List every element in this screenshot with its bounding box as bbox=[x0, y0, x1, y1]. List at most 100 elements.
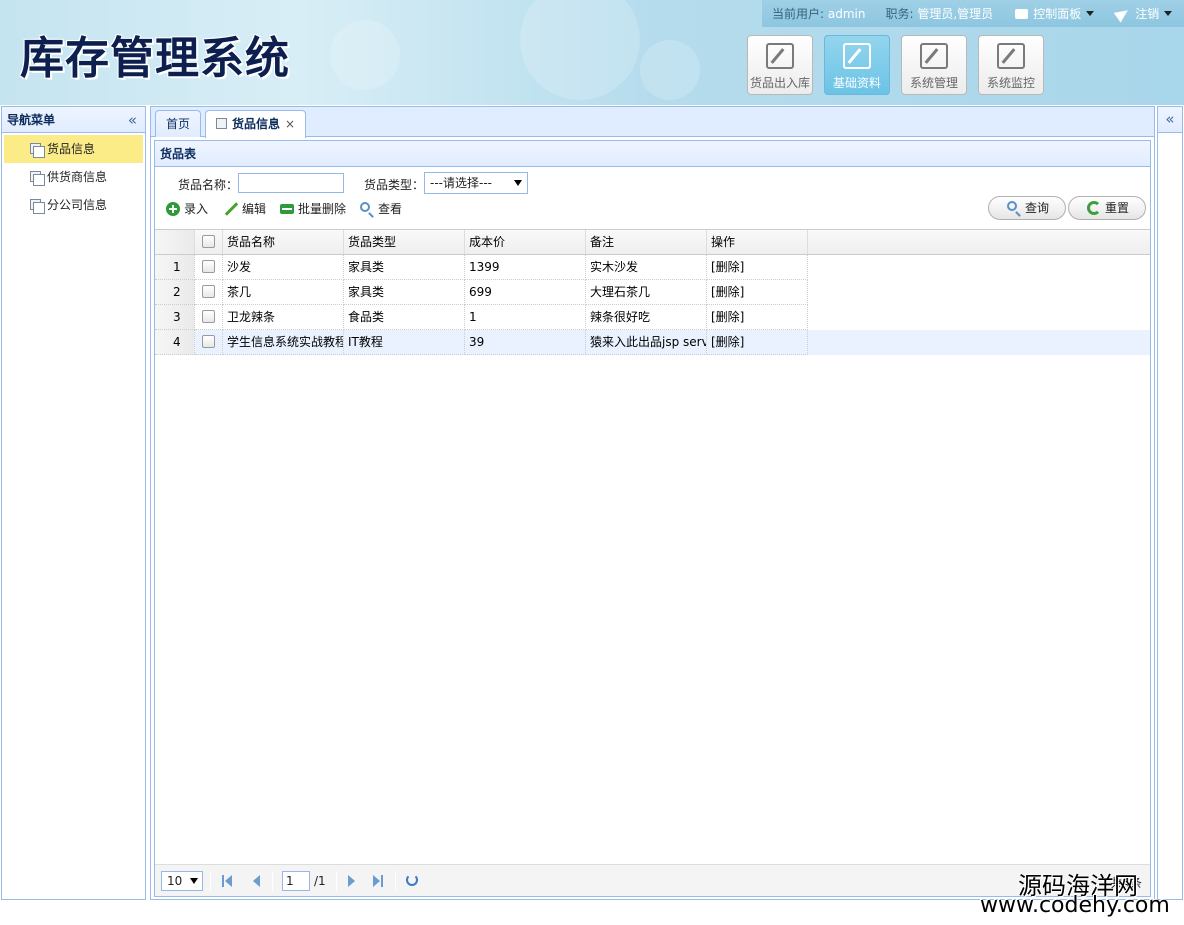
page-number-input[interactable]: 1 bbox=[282, 871, 310, 891]
delete-link[interactable]: [删除] bbox=[707, 305, 808, 330]
page-icon bbox=[30, 199, 45, 214]
row-checkbox[interactable] bbox=[195, 305, 223, 330]
current-role: 职务: 管理员,管理员 bbox=[885, 7, 994, 21]
last-page-icon bbox=[373, 875, 380, 887]
control-panel-menu[interactable]: 控制面板 bbox=[1015, 5, 1095, 22]
first-page-button[interactable] bbox=[222, 875, 234, 887]
refresh-icon[interactable] bbox=[406, 874, 418, 886]
first-page-icon bbox=[225, 875, 232, 887]
cell-type: 家具类 bbox=[344, 280, 465, 305]
goods-type-select[interactable]: ---请选择--- bbox=[424, 172, 528, 194]
current-user: 当前用户: admin bbox=[772, 6, 866, 22]
goods-name-label: 货品名称： bbox=[178, 178, 239, 192]
cell-price: 1399 bbox=[465, 255, 586, 280]
module-basic-data-button[interactable]: 基础资料 bbox=[824, 35, 890, 95]
column-header-name[interactable]: 货品名称 bbox=[223, 230, 344, 254]
cell-type: 食品类 bbox=[344, 305, 465, 330]
add-button[interactable]: 录入 bbox=[165, 199, 208, 219]
page-size-select[interactable]: 10 bbox=[161, 871, 203, 891]
prev-page-icon bbox=[253, 875, 260, 887]
dropdown-arrow-icon bbox=[514, 180, 522, 186]
close-icon[interactable]: × bbox=[285, 117, 295, 131]
edit-icon bbox=[766, 43, 794, 69]
row-number-header bbox=[155, 230, 195, 254]
row-checkbox[interactable] bbox=[195, 255, 223, 280]
sidebar-header: 导航菜单 « bbox=[2, 107, 145, 133]
row-number: 1 bbox=[155, 255, 195, 280]
cell-name: 茶几 bbox=[223, 280, 344, 305]
refresh-icon bbox=[1087, 201, 1101, 215]
logout-menu[interactable]: 注销 bbox=[1113, 4, 1173, 23]
column-header-remark[interactable]: 备注 bbox=[586, 230, 707, 254]
watermark-url: www.codehy.com bbox=[980, 893, 1170, 918]
search-row: 货品名称： 货品类型： ---请选择--- bbox=[155, 172, 1150, 195]
table-row[interactable]: 4 学生信息系统实战教程 IT教程 39 猿来入此出品jsp servlet [… bbox=[155, 330, 1150, 355]
next-page-button[interactable] bbox=[346, 875, 358, 887]
goods-name-input[interactable] bbox=[238, 173, 344, 193]
sliders-icon bbox=[920, 43, 948, 69]
cell-remark: 猿来入此出品jsp servlet bbox=[586, 330, 707, 355]
main-area: 首页 货品信息 × 货品表 货品名称： 货品类型： ---请选择--- 录入 编辑 bbox=[150, 106, 1155, 900]
chevron-down-icon bbox=[1164, 11, 1173, 16]
app-title: 库存管理系统 bbox=[20, 33, 290, 84]
cell-type: IT教程 bbox=[344, 330, 465, 355]
module-system-manage-button[interactable]: 系统管理 bbox=[901, 35, 967, 95]
send-icon bbox=[1113, 4, 1132, 23]
cell-remark: 大理石茶几 bbox=[586, 280, 707, 305]
delete-link[interactable]: [删除] bbox=[707, 330, 808, 355]
view-button[interactable]: 查看 bbox=[359, 199, 402, 219]
tab-goods-info[interactable]: 货品信息 × bbox=[205, 110, 307, 138]
table-row[interactable]: 1 沙发 家具类 1399 实木沙发 [删除] bbox=[155, 255, 1150, 280]
row-checkbox[interactable] bbox=[195, 330, 223, 355]
page-icon bbox=[30, 171, 45, 186]
edit-icon bbox=[843, 43, 871, 69]
row-checkbox[interactable] bbox=[195, 280, 223, 305]
cell-name: 沙发 bbox=[223, 255, 344, 280]
sidebar-item-supplier[interactable]: 供货商信息 bbox=[2, 163, 145, 191]
cell-price: 39 bbox=[465, 330, 586, 355]
cell-name: 卫龙辣条 bbox=[223, 305, 344, 330]
module-stock-io-button[interactable]: 货品出入库 bbox=[747, 35, 813, 95]
collapse-left-icon[interactable]: « bbox=[128, 107, 137, 133]
prev-page-button[interactable] bbox=[251, 875, 263, 887]
goods-grid: 货品名称 货品类型 成本价 备注 操作 1 沙发 家具类 1399 实木沙发 [… bbox=[155, 229, 1150, 355]
last-page-button[interactable] bbox=[373, 875, 385, 887]
cell-remark: 辣条很好吃 bbox=[586, 305, 707, 330]
select-all-checkbox[interactable] bbox=[195, 230, 223, 254]
cell-price: 1 bbox=[465, 305, 586, 330]
search-icon bbox=[360, 202, 370, 212]
table-row[interactable]: 3 卫龙辣条 食品类 1 辣条很好吃 [删除] bbox=[155, 305, 1150, 330]
total-pages: /1 bbox=[314, 874, 326, 888]
pencil-icon bbox=[224, 202, 238, 216]
sidebar-item-branch[interactable]: 分公司信息 bbox=[2, 191, 145, 219]
goods-type-label: 货品类型： bbox=[364, 178, 425, 192]
tab-home[interactable]: 首页 bbox=[155, 110, 202, 137]
reset-button[interactable]: 重置 bbox=[1068, 196, 1146, 220]
panel-title: 货品表 bbox=[155, 141, 1150, 167]
app-header: 库存管理系统 当前用户: admin 职务: 管理员,管理员 控制面板 注销 货… bbox=[0, 0, 1184, 105]
row-number: 3 bbox=[155, 305, 195, 330]
nav-sidebar: 导航菜单 « 货品信息 供货商信息 分公司信息 bbox=[1, 106, 146, 900]
table-row[interactable]: 2 茶几 家具类 699 大理石茶几 [删除] bbox=[155, 280, 1150, 305]
row-number: 4 bbox=[155, 330, 195, 355]
add-icon bbox=[166, 202, 180, 216]
page-icon bbox=[216, 118, 227, 129]
query-button[interactable]: 查询 bbox=[988, 196, 1066, 220]
monitor-icon bbox=[997, 43, 1025, 69]
batch-delete-button[interactable]: 批量删除 bbox=[279, 199, 346, 219]
next-page-icon bbox=[348, 875, 355, 887]
tab-bar: 首页 货品信息 × bbox=[151, 107, 1154, 138]
delete-link[interactable]: [删除] bbox=[707, 255, 808, 280]
goods-panel: 货品表 货品名称： 货品类型： ---请选择--- 录入 编辑 批量删除 查看 … bbox=[154, 140, 1151, 897]
expand-right-icon[interactable]: « bbox=[1158, 107, 1182, 133]
column-header-type[interactable]: 货品类型 bbox=[344, 230, 465, 254]
module-system-monitor-button[interactable]: 系统监控 bbox=[978, 35, 1044, 95]
delete-link[interactable]: [删除] bbox=[707, 280, 808, 305]
column-header-price[interactable]: 成本价 bbox=[465, 230, 586, 254]
pagination-bar: 10 1 /1 共4条 bbox=[155, 864, 1150, 896]
edit-button[interactable]: 编辑 bbox=[223, 199, 266, 219]
dropdown-arrow-icon bbox=[190, 878, 198, 884]
folder-icon bbox=[1015, 8, 1029, 19]
grid-header-row: 货品名称 货品类型 成本价 备注 操作 bbox=[155, 230, 1150, 255]
sidebar-item-goods[interactable]: 货品信息 bbox=[4, 135, 143, 163]
